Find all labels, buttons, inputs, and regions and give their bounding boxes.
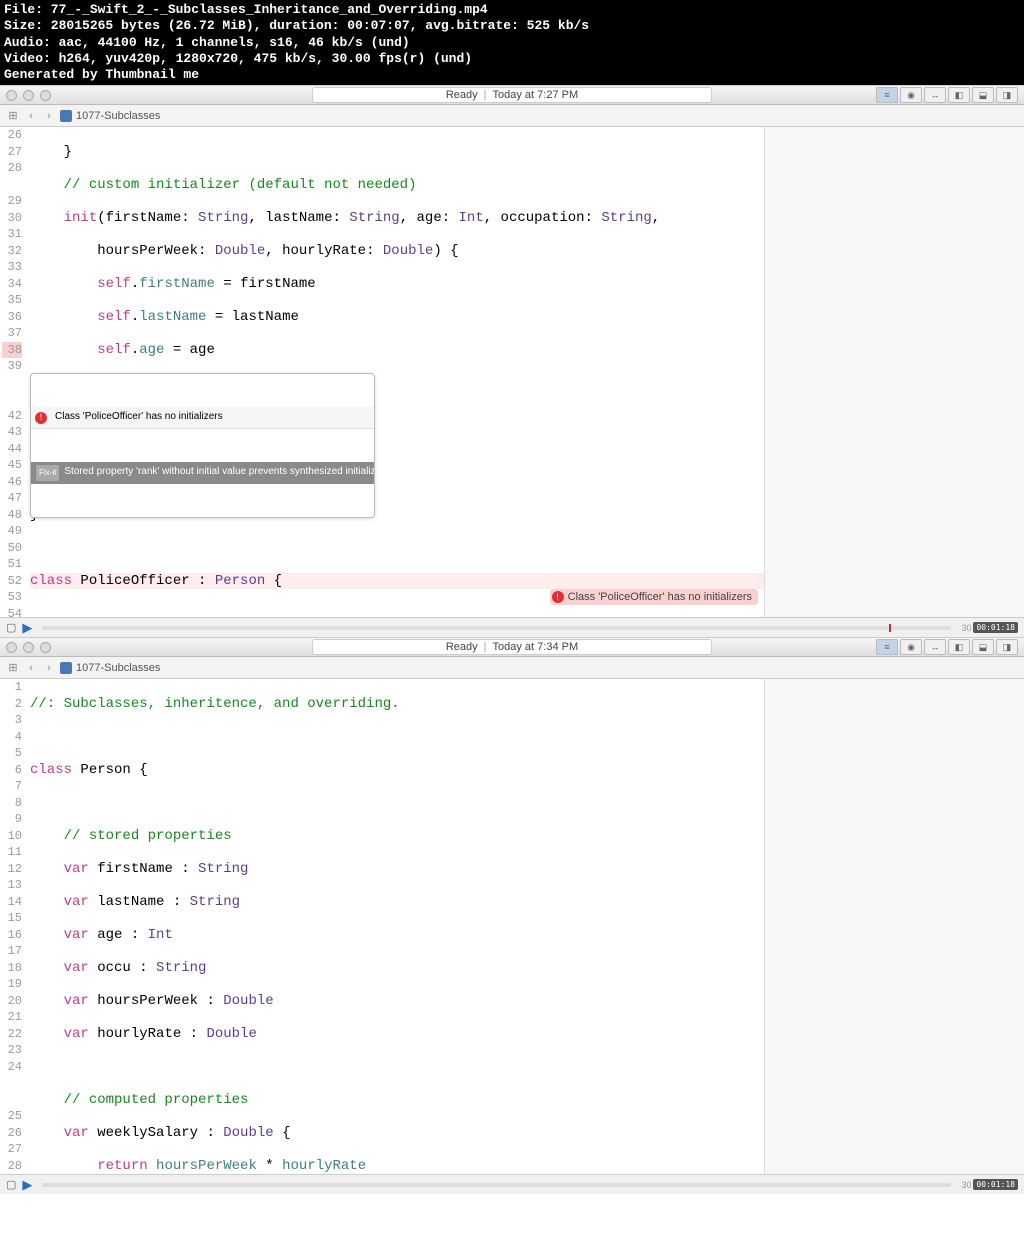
right-pane-icon[interactable]: ◨ (996, 87, 1018, 103)
line-gutter: 1 2 3 4 5 6 7 8 9 10 11 12 13 14 15 16 1… (0, 679, 28, 1174)
status-text: Ready (446, 641, 478, 653)
line-gutter: 26 27 28 29 30 31 32 33 34 35 36 37 38 3… (0, 127, 28, 617)
fps-label: 30 (961, 623, 971, 633)
nav-bar-1: ⊞ ‹ › 1077-Subclasses (0, 105, 1024, 127)
separator: | (484, 641, 487, 653)
error-inline-text: Class 'PoliceOfficer' has no initializer… (568, 589, 752, 606)
timeline-marker (889, 624, 891, 632)
timeline-info: 30 00:01:18 (961, 622, 1018, 633)
left-pane-icon[interactable]: ◧ (948, 639, 970, 655)
breadcrumb-filename: 1077-Subclasses (76, 110, 160, 122)
fps-label: 30 (961, 1180, 971, 1190)
assistant-editor-icon[interactable]: ◉ (900, 639, 922, 655)
video-line: Video: h264, yuv420p, 1280x720, 475 kb/s… (4, 51, 1020, 67)
window-titlebar-2: Ready | Today at 7:34 PM ≡ ◉ ↔ ◧ ⬓ ◨ (0, 637, 1024, 657)
nav-bar-2: ⊞ ‹ › 1077-Subclasses (0, 657, 1024, 679)
breadcrumb[interactable]: 1077-Subclasses (60, 662, 160, 674)
size-line: Size: 28015265 bytes (26.72 MiB), durati… (4, 18, 1020, 34)
error-badge-inline[interactable]: ! Class 'PoliceOfficer' has no initialize… (550, 589, 758, 605)
status-bar: Ready | Today at 7:27 PM (312, 87, 712, 103)
code-editor-2[interactable]: 1 2 3 4 5 6 7 8 9 10 11 12 13 14 15 16 1… (0, 679, 1024, 1174)
error-popup-text: Class 'PoliceOfficer' has no initializer… (55, 409, 223, 426)
fixit-text: Stored property 'rank' without initial v… (64, 464, 375, 483)
error-popup[interactable]: ! Class 'PoliceOfficer' has no initializ… (30, 373, 375, 518)
close-button[interactable] (6, 642, 17, 653)
nav-back-icon[interactable]: ‹ (22, 108, 40, 124)
results-pane-2 (764, 679, 1024, 1174)
audio-line: Audio: aac, 44100 Hz, 1 channels, s16, 4… (4, 35, 1020, 51)
timeline-slider[interactable] (42, 1183, 951, 1187)
error-dot-icon: ! (35, 412, 47, 424)
debug-bar-1: ▢ ▶ 30 00:01:18 (0, 617, 1024, 637)
minimize-button[interactable] (23, 642, 34, 653)
bottom-pane-icon[interactable]: ⬓ (972, 87, 994, 103)
bottom-pane-icon[interactable]: ⬓ (972, 639, 994, 655)
error-dot-icon: ! (552, 591, 564, 603)
toolbar-right: ≡ ◉ ↔ ◧ ⬓ ◨ (876, 87, 1018, 103)
zoom-button[interactable] (40, 90, 51, 101)
nav-back-icon[interactable]: ‹ (22, 660, 40, 676)
left-pane-icon[interactable]: ◧ (948, 87, 970, 103)
window-titlebar-1: Ready | Today at 7:27 PM ≡ ◉ ↔ ◧ ⬓ ◨ (0, 85, 1024, 105)
zoom-button[interactable] (40, 642, 51, 653)
timeline-slider[interactable] (42, 626, 951, 630)
status-time: Today at 7:27 PM (493, 89, 579, 101)
debug-bar-2: ▢ ▶ 30 00:01:18 (0, 1174, 1024, 1194)
status-text: Ready (446, 89, 478, 101)
timeline-info: 30 00:01:18 (961, 1179, 1018, 1190)
version-editor-icon[interactable]: ↔ (924, 639, 946, 655)
timecode-badge: 00:01:18 (973, 1179, 1018, 1190)
related-items-icon[interactable]: ⊞ (4, 108, 22, 124)
generated-line: Generated by Thumbnail me (4, 67, 1020, 83)
minimize-button[interactable] (23, 90, 34, 101)
editor-view-icon[interactable]: ≡ (876, 87, 898, 103)
toggle-debug-icon[interactable]: ▢ (6, 621, 16, 634)
error-popup-main: ! Class 'PoliceOfficer' has no initializ… (31, 407, 374, 429)
close-button[interactable] (6, 90, 17, 101)
file-line: File: 77_-_Swift_2_-_Subclasses_Inherita… (4, 2, 1020, 18)
video-metadata-header: File: 77_-_Swift_2_-_Subclasses_Inherita… (0, 0, 1024, 85)
debug-controls: ▢ ▶ (6, 1177, 32, 1193)
swift-file-icon (60, 662, 72, 674)
error-popup-fixit[interactable]: Fix-it Stored property 'rank' without in… (31, 462, 374, 485)
toolbar-right: ≡ ◉ ↔ ◧ ⬓ ◨ (876, 639, 1018, 655)
breadcrumb[interactable]: 1077-Subclasses (60, 110, 160, 122)
swift-file-icon (60, 110, 72, 122)
status-time: Today at 7:34 PM (493, 641, 579, 653)
nav-forward-icon[interactable]: › (40, 108, 58, 124)
timecode-badge: 00:01:18 (973, 622, 1018, 633)
version-editor-icon[interactable]: ↔ (924, 87, 946, 103)
separator: | (484, 89, 487, 101)
nav-forward-icon[interactable]: › (40, 660, 58, 676)
right-pane-icon[interactable]: ◨ (996, 639, 1018, 655)
code-content-1[interactable]: } // custom initializer (default not nee… (28, 127, 764, 617)
traffic-lights (6, 90, 51, 101)
debug-controls: ▢ ▶ (6, 620, 32, 636)
traffic-lights (6, 642, 51, 653)
editor-view-icon[interactable]: ≡ (876, 639, 898, 655)
play-icon[interactable]: ▶ (22, 1177, 32, 1193)
toggle-debug-icon[interactable]: ▢ (6, 1178, 16, 1191)
related-items-icon[interactable]: ⊞ (4, 660, 22, 676)
assistant-editor-icon[interactable]: ◉ (900, 87, 922, 103)
code-content-2[interactable]: //: Subclasses, inheritence, and overrid… (28, 679, 764, 1174)
results-pane-1 (764, 127, 1024, 617)
breadcrumb-filename: 1077-Subclasses (76, 662, 160, 674)
fixit-badge: Fix-it (35, 464, 60, 483)
code-editor-1[interactable]: 26 27 28 29 30 31 32 33 34 35 36 37 38 3… (0, 127, 1024, 617)
status-bar: Ready | Today at 7:34 PM (312, 639, 712, 655)
play-icon[interactable]: ▶ (22, 620, 32, 636)
